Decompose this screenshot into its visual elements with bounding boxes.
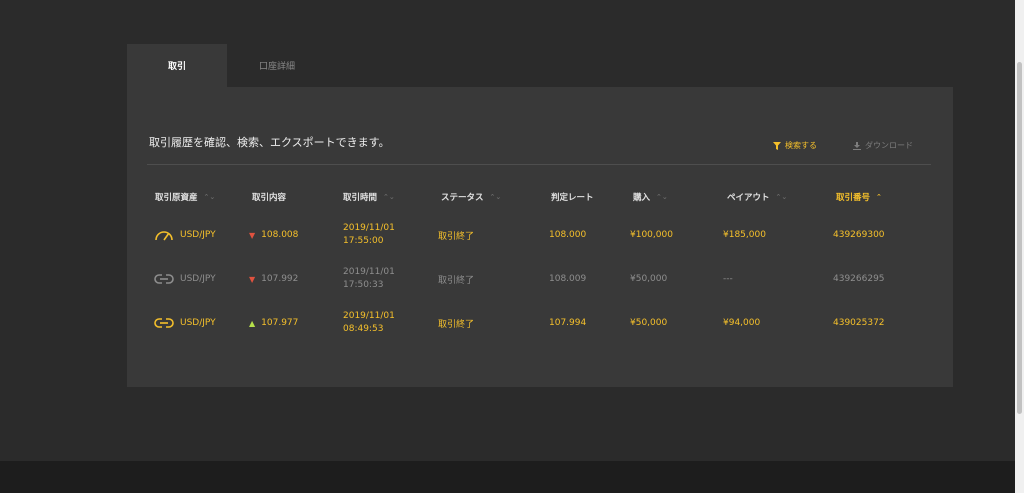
trade-time: 08:49:53 xyxy=(343,324,384,334)
trade-number-cell: 439266295 xyxy=(833,274,885,284)
column-header-status[interactable]: ステータス ⌃⌄ xyxy=(441,191,501,203)
sort-icon[interactable]: ⌃⌄ xyxy=(383,193,395,201)
sort-icon[interactable]: ⌃⌄ xyxy=(656,193,668,201)
column-header-label: ペイアウト xyxy=(727,193,770,203)
link-icon xyxy=(154,318,174,328)
time-cell: 2019/11/01 17:55:00 xyxy=(343,215,395,255)
payout-cell: --- xyxy=(723,274,733,284)
trade-date: 2019/11/01 xyxy=(343,311,395,321)
sort-icon[interactable]: ⌃⌄ xyxy=(204,193,216,201)
table-row[interactable]: USD/JPY ▼ 107.992 2019/11/01 17:50:33 取引… xyxy=(127,259,953,299)
asset-cell: USD/JPY xyxy=(154,259,216,299)
table-header: 取引原資産 ⌃⌄ 取引内容 取引時間 ⌃⌄ ステータス ⌃⌄ 判定レート 購入 … xyxy=(127,191,953,207)
column-header-trade-number[interactable]: 取引番号 ⌃ xyxy=(836,191,882,203)
tab-trades[interactable]: 取引 xyxy=(127,44,227,87)
column-header-label: 取引内容 xyxy=(252,193,287,203)
download-button-label: ダウンロード xyxy=(865,141,913,150)
column-header-judge-rate: 判定レート xyxy=(551,191,594,203)
trade-number-cell: 439025372 xyxy=(833,318,885,328)
filter-icon xyxy=(773,141,781,150)
arrow-up-icon: ▲ xyxy=(249,318,256,328)
download-icon xyxy=(853,141,861,150)
asset-name: USD/JPY xyxy=(180,274,216,284)
time-cell: 2019/11/01 08:49:53 xyxy=(343,303,395,343)
scrollbar-thumb[interactable] xyxy=(1017,62,1022,414)
divider xyxy=(147,164,931,165)
trade-history-panel: 取引履歴を確認、検索、エクスポートできます。 検索する ダウンロード 取引原資産… xyxy=(127,87,953,387)
trade-time: 17:50:33 xyxy=(343,280,384,290)
column-header-time[interactable]: 取引時間 ⌃⌄ xyxy=(343,191,395,203)
asset-name: USD/JPY xyxy=(180,230,216,240)
column-header-label: 判定レート xyxy=(551,193,594,203)
search-button-label: 検索する xyxy=(785,141,817,150)
link-icon xyxy=(154,274,174,284)
page-description: 取引履歴を確認、検索、エクスポートできます。 xyxy=(149,136,390,149)
search-button[interactable]: 検索する xyxy=(773,140,817,151)
time-cell: 2019/11/01 17:50:33 xyxy=(343,259,395,299)
column-header-label: ステータス xyxy=(441,193,484,203)
entry-rate: 107.977 xyxy=(261,318,299,328)
status-cell: 取引終了 xyxy=(438,231,475,242)
footer-band xyxy=(0,461,1015,493)
sort-icon[interactable]: ⌃⌄ xyxy=(490,193,502,201)
content-cell: ▼ 107.992 xyxy=(249,259,298,299)
table-row[interactable]: USD/JPY ▲ 107.977 2019/11/01 08:49:53 取引… xyxy=(127,303,953,343)
column-header-asset[interactable]: 取引原資産 ⌃⌄ xyxy=(155,191,215,203)
purchase-cell: ¥100,000 xyxy=(630,230,673,240)
toolbar-actions: 検索する ダウンロード xyxy=(773,140,913,151)
status-cell: 取引終了 xyxy=(438,319,475,330)
vertical-scrollbar[interactable] xyxy=(1015,0,1024,493)
content-cell: ▼ 108.008 xyxy=(249,215,298,255)
purchase-cell: ¥50,000 xyxy=(630,274,668,284)
column-header-purchase[interactable]: 購入 ⌃⌄ xyxy=(633,191,668,203)
payout-cell: ¥94,000 xyxy=(723,318,761,328)
column-header-label: 購入 xyxy=(633,193,651,203)
asset-cell: USD/JPY xyxy=(154,303,216,343)
gauge-icon xyxy=(155,231,173,241)
column-header-label: 取引番号 xyxy=(836,193,871,203)
sort-icon[interactable]: ⌃⌄ xyxy=(776,193,788,201)
column-header-payout[interactable]: ペイアウト ⌃⌄ xyxy=(727,191,787,203)
column-header-label: 取引時間 xyxy=(343,193,378,203)
trade-number-cell: 439269300 xyxy=(833,230,885,240)
trade-time: 17:55:00 xyxy=(343,236,384,246)
arrow-down-icon: ▼ xyxy=(249,230,256,240)
arrow-down-icon: ▼ xyxy=(249,274,256,284)
asset-cell: USD/JPY xyxy=(154,215,216,255)
table-row[interactable]: USD/JPY ▼ 108.008 2019/11/01 17:55:00 取引… xyxy=(127,215,953,255)
judge-rate-cell: 107.994 xyxy=(549,318,587,328)
content-cell: ▲ 107.977 xyxy=(249,303,298,343)
status-cell: 取引終了 xyxy=(438,275,475,286)
judge-rate-cell: 108.009 xyxy=(549,274,587,284)
judge-rate-cell: 108.000 xyxy=(549,230,587,240)
entry-rate: 107.992 xyxy=(261,274,299,284)
download-button[interactable]: ダウンロード xyxy=(853,140,913,151)
column-header-label: 取引原資産 xyxy=(155,193,198,203)
column-header-content: 取引内容 xyxy=(252,191,286,203)
asset-name: USD/JPY xyxy=(180,318,216,328)
entry-rate: 108.008 xyxy=(261,230,299,240)
trade-date: 2019/11/01 xyxy=(343,223,395,233)
purchase-cell: ¥50,000 xyxy=(630,318,668,328)
tab-account-details[interactable]: 口座詳細 xyxy=(227,44,327,87)
sort-icon[interactable]: ⌃ xyxy=(876,193,882,201)
payout-cell: ¥185,000 xyxy=(723,230,766,240)
trade-date: 2019/11/01 xyxy=(343,267,395,277)
tab-bar: 取引 口座詳細 xyxy=(127,44,327,87)
